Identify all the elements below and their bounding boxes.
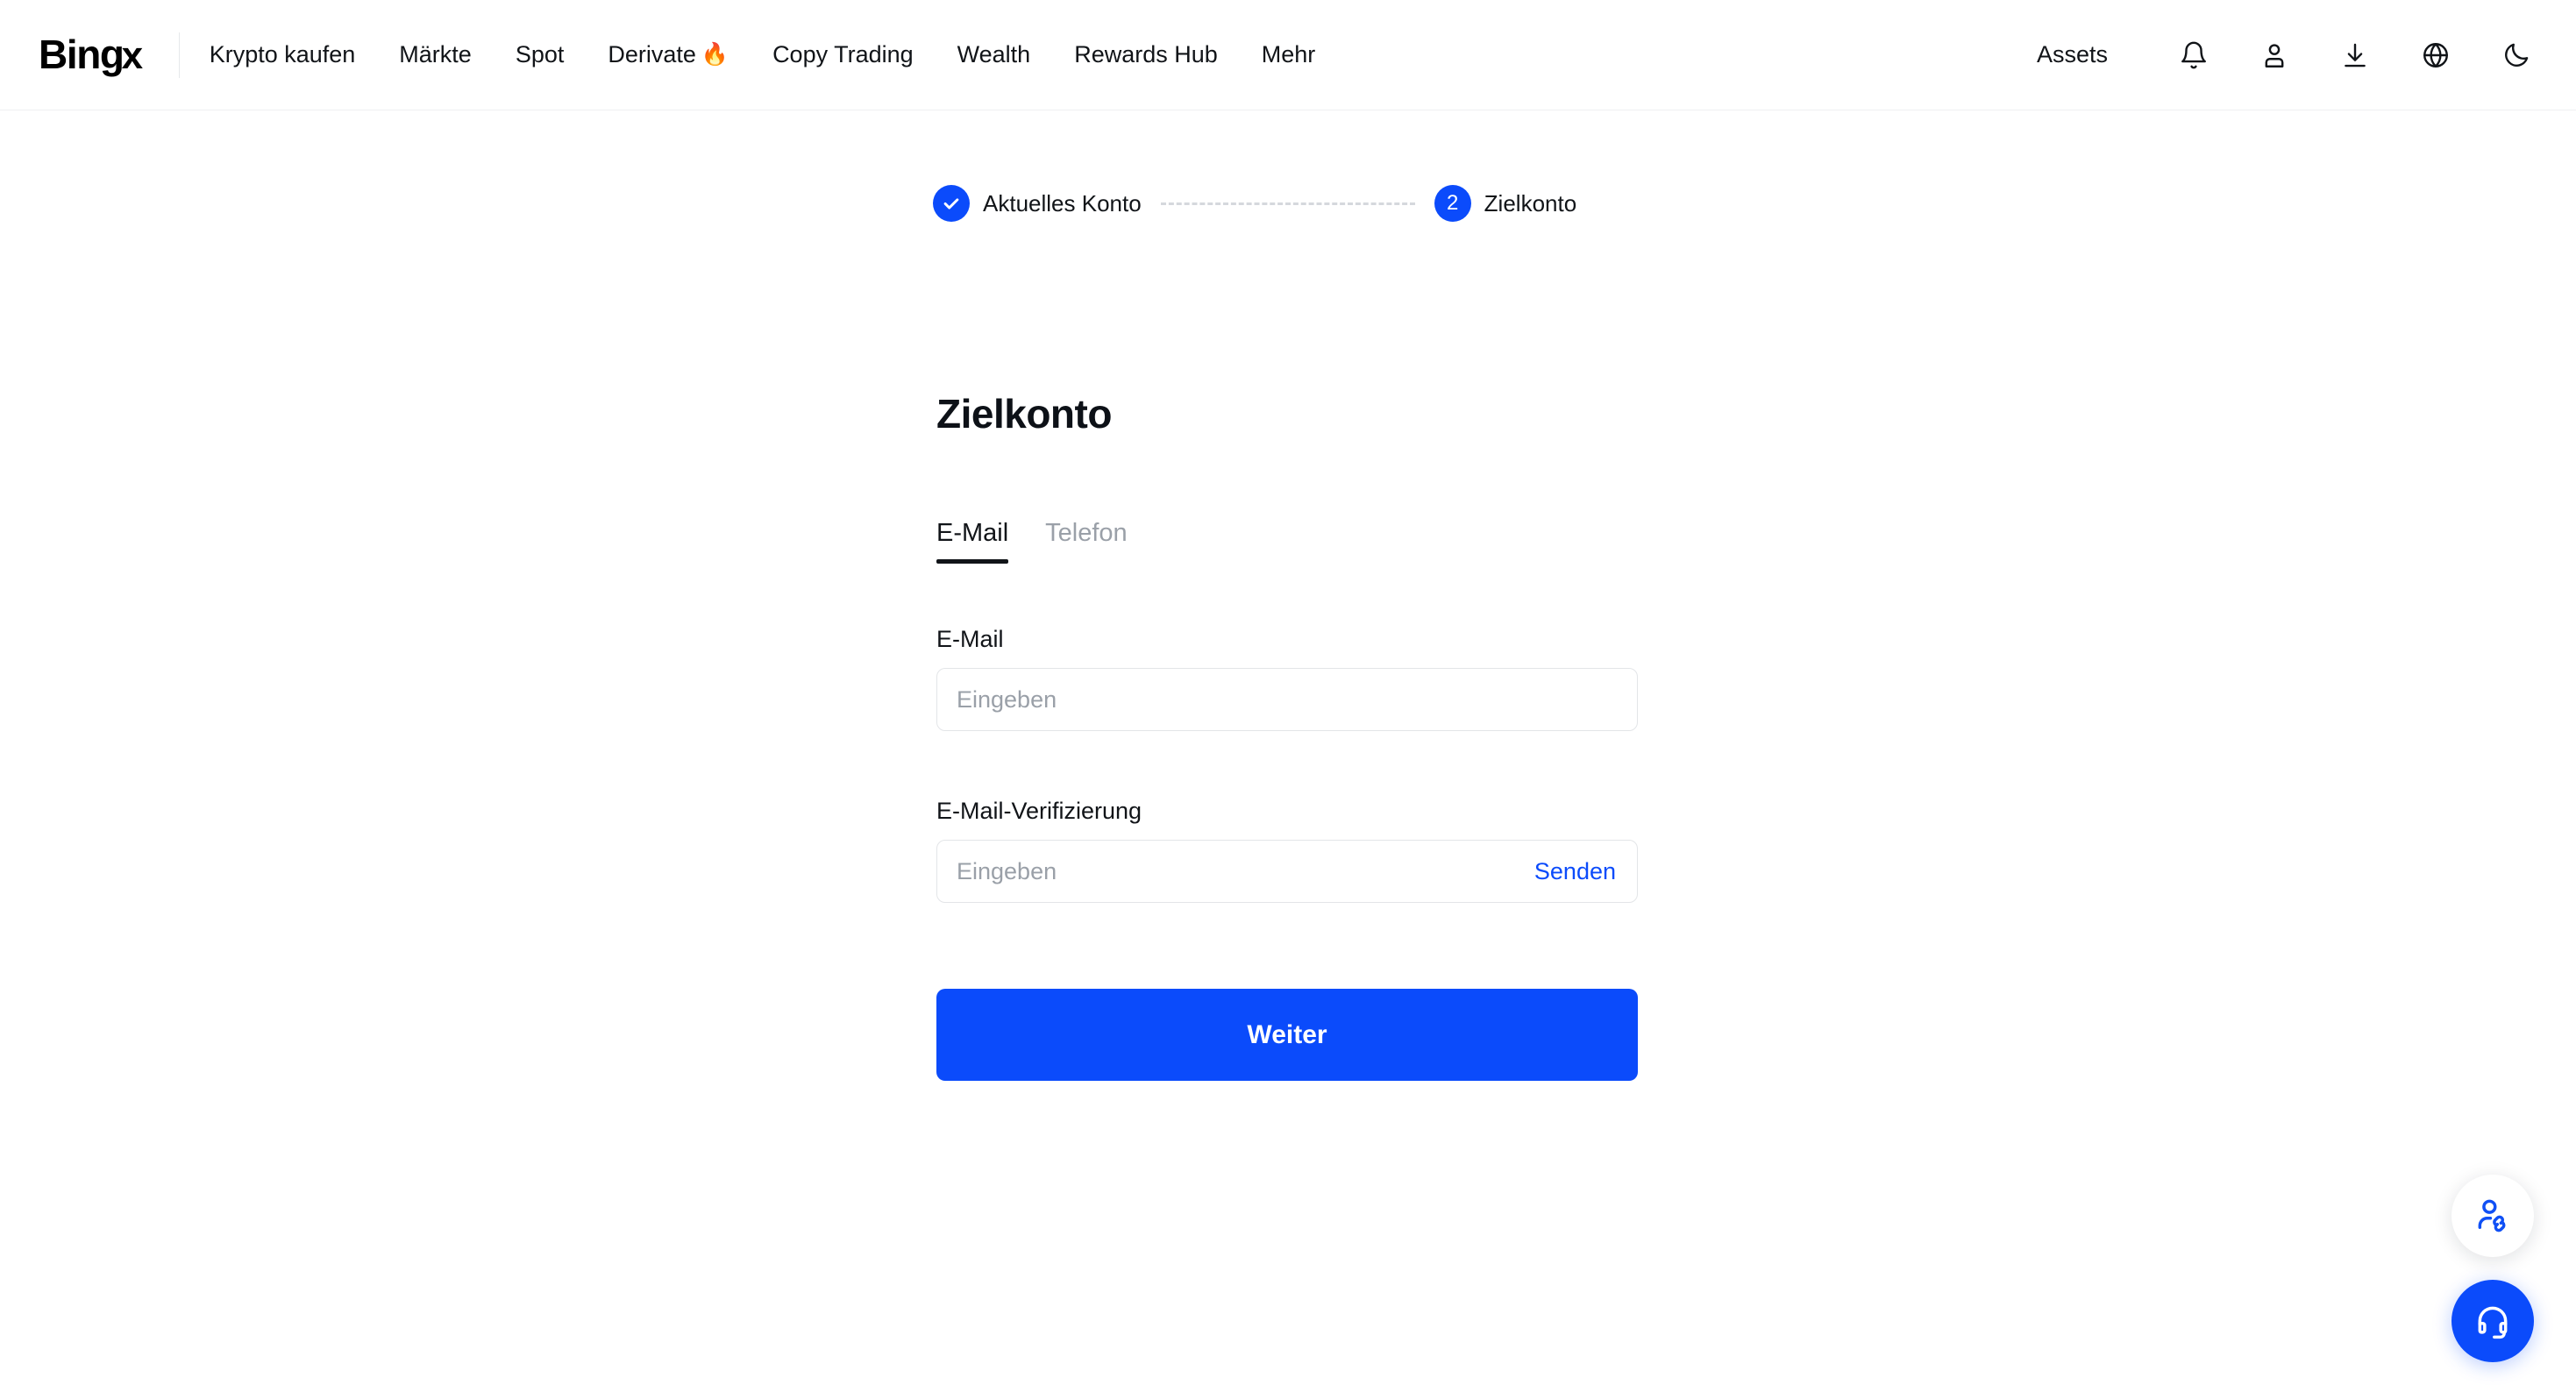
step-current-account: Aktuelles Konto bbox=[933, 185, 1142, 222]
nav-item-copy-trading[interactable]: Copy Trading bbox=[751, 43, 936, 67]
step-target-account: 2 Zielkonto bbox=[1434, 185, 1577, 222]
email-field-group: E-Mail bbox=[936, 628, 1638, 731]
headset-icon[interactable] bbox=[2451, 1280, 2534, 1362]
site-header: Bing x Krypto kaufen Märkte Spot Derivate… bbox=[0, 0, 2576, 110]
nav-item-label: Copy Trading bbox=[772, 41, 914, 67]
assets-link[interactable]: Assets bbox=[2037, 41, 2138, 68]
nav-item-wealth[interactable]: Wealth bbox=[936, 43, 1053, 67]
verification-field-group: E-Mail-Verifizierung Senden bbox=[936, 799, 1638, 903]
main-navigation: Krypto kaufen Märkte Spot Derivate 🔥 Cop… bbox=[210, 43, 1338, 67]
nav-item-label: Wealth bbox=[957, 41, 1031, 67]
nav-item-maerkte[interactable]: Märkte bbox=[377, 43, 494, 67]
bell-icon[interactable] bbox=[2169, 31, 2218, 80]
tab-phone[interactable]: Telefon bbox=[1045, 521, 1128, 564]
nav-item-label: Rewards Hub bbox=[1074, 41, 1218, 67]
logo-x-glyph: x bbox=[121, 34, 143, 77]
nav-item-rewards-hub[interactable]: Rewards Hub bbox=[1052, 43, 1240, 67]
globe-icon[interactable] bbox=[2411, 31, 2460, 80]
fire-icon: 🔥 bbox=[701, 42, 729, 67]
step-1-marker bbox=[933, 185, 970, 222]
page-body: Aktuelles Konto 2 Zielkonto Zielkonto E-… bbox=[0, 110, 2576, 1399]
download-icon[interactable] bbox=[2330, 31, 2380, 80]
verification-input-wrapper[interactable]: Senden bbox=[936, 840, 1638, 903]
step-2-label: Zielkonto bbox=[1484, 190, 1577, 217]
step-2-marker: 2 bbox=[1434, 185, 1471, 222]
email-field-label: E-Mail bbox=[936, 626, 1004, 652]
nav-item-spot[interactable]: Spot bbox=[494, 43, 587, 67]
email-input[interactable] bbox=[937, 669, 1637, 730]
moon-icon[interactable] bbox=[2492, 31, 2541, 80]
nav-item-label: Spot bbox=[515, 41, 565, 67]
step-1-label: Aktuelles Konto bbox=[983, 190, 1142, 217]
send-code-button[interactable]: Senden bbox=[1522, 858, 1637, 885]
header-divider bbox=[178, 32, 180, 78]
continue-button[interactable]: Weiter bbox=[936, 989, 1638, 1081]
stepper: Aktuelles Konto 2 Zielkonto bbox=[933, 185, 1576, 222]
verification-code-input[interactable] bbox=[937, 841, 1522, 902]
nav-item-label: Derivate bbox=[608, 41, 696, 67]
nav-item-label: Krypto kaufen bbox=[209, 41, 356, 67]
page-title: Zielkonto bbox=[936, 391, 1112, 437]
user-icon[interactable] bbox=[2250, 31, 2299, 80]
nav-item-label: Mehr bbox=[1261, 41, 1316, 67]
nav-item-krypto-kaufen[interactable]: Krypto kaufen bbox=[210, 43, 378, 67]
stepper-connector bbox=[1160, 202, 1415, 205]
nav-item-label: Märkte bbox=[399, 41, 472, 67]
email-input-wrapper[interactable] bbox=[936, 668, 1638, 731]
bingx-logo[interactable]: Bing x bbox=[39, 32, 143, 77]
nav-item-mehr[interactable]: Mehr bbox=[1240, 43, 1338, 67]
logo-text: Bing bbox=[39, 32, 125, 77]
floating-action-stack bbox=[2451, 1175, 2534, 1362]
verification-field-label: E-Mail-Verifizierung bbox=[936, 798, 1142, 824]
method-tabs: E-Mail Telefon bbox=[936, 521, 1128, 564]
header-actions: Assets bbox=[2037, 31, 2541, 80]
nav-item-derivate[interactable]: Derivate 🔥 bbox=[586, 43, 751, 67]
tab-email[interactable]: E-Mail bbox=[936, 521, 1009, 564]
referral-icon[interactable] bbox=[2451, 1175, 2534, 1257]
